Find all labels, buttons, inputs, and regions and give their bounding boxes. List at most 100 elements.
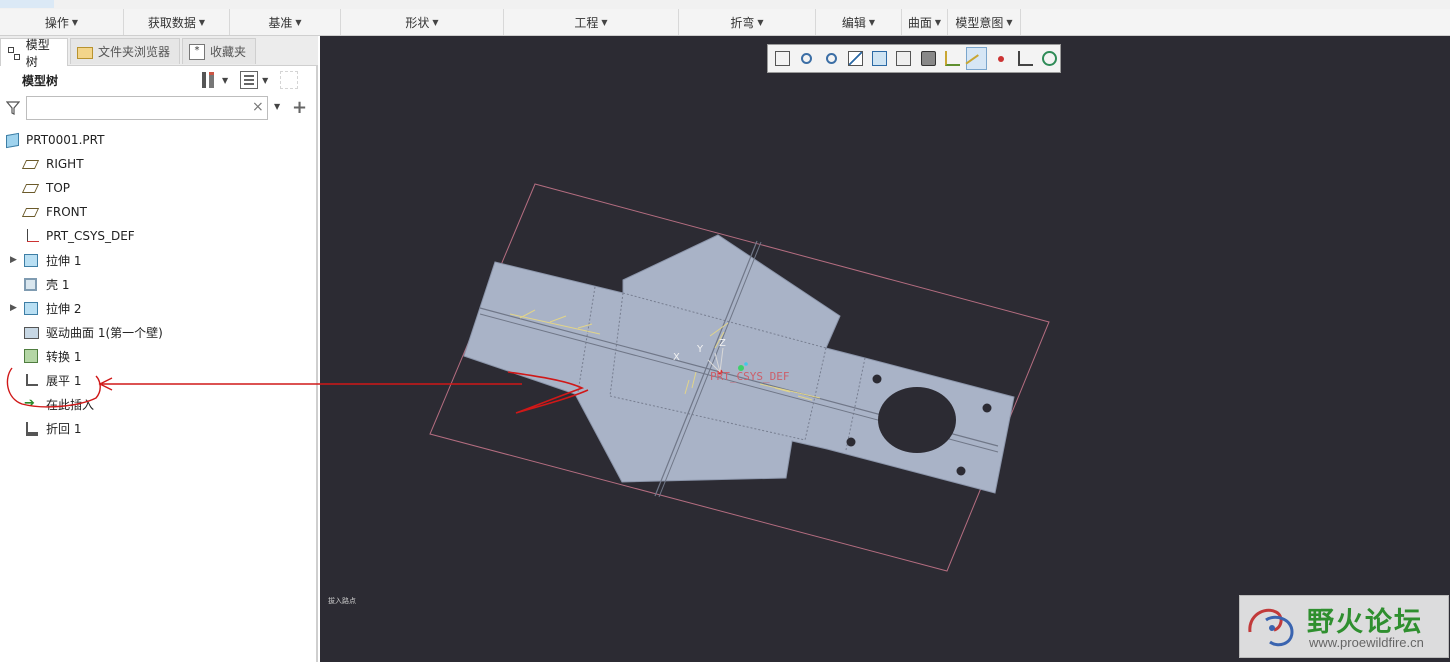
- tree-item[interactable]: ➔ 在此插入: [0, 392, 316, 416]
- tree-item[interactable]: TOP: [0, 176, 316, 200]
- tab-favorites[interactable]: * 收藏夹: [182, 38, 256, 64]
- ribbon-group-1[interactable]: 获取数据 ▼: [124, 9, 230, 35]
- watermark-url: www.proewildfire.cn: [1309, 635, 1424, 650]
- zoom-fit-button[interactable]: [772, 47, 793, 70]
- extrude-icon: [24, 254, 38, 267]
- settings-wrench-icon[interactable]: [200, 71, 218, 89]
- favorites-icon: *: [189, 43, 205, 60]
- tab-label: 模型树: [25, 37, 50, 69]
- datum-plane-icon: [21, 184, 40, 193]
- unbend-icon: [24, 372, 40, 388]
- ribbon-group-8[interactable]: 模型意图 ▼: [948, 9, 1021, 35]
- tab-folder-browser[interactable]: 文件夹浏览器: [70, 38, 180, 64]
- csys-name-label: PRT_CSYS_DEF: [710, 370, 789, 383]
- tree-item-label: RIGHT: [46, 157, 84, 171]
- zoom-in-icon: [801, 53, 813, 64]
- ribbon-group-label: 编辑: [841, 15, 866, 30]
- small-hole: [956, 466, 966, 476]
- filter-row: × ▼ +: [0, 96, 318, 122]
- chevron-down-icon: ▼: [432, 17, 439, 27]
- graphics-area[interactable]: X Y Z PRT_CSYS_DEF 拔入路点 野火论坛 www.proewil…: [320, 36, 1450, 662]
- tree-item-label: FRONT: [46, 205, 87, 219]
- ribbon-group-label: 曲面: [907, 15, 932, 30]
- filter-icon[interactable]: [6, 101, 20, 115]
- tree-item[interactable]: RIGHT: [0, 152, 316, 176]
- insert-here-icon: ➔: [24, 396, 35, 411]
- model-tree-icon: [7, 46, 21, 60]
- small-hole: [846, 437, 856, 447]
- axis-display-button[interactable]: [965, 47, 988, 77]
- csys-display-button[interactable]: [1015, 47, 1036, 70]
- datum-display-button[interactable]: [942, 47, 963, 70]
- named-view-icon: [872, 51, 888, 66]
- chevron-down-icon[interactable]: ▼: [222, 76, 228, 85]
- tree-item-label: 在此插入: [46, 397, 95, 412]
- datum-plane-icon: [21, 160, 40, 169]
- tree-item[interactable]: FRONT: [0, 200, 316, 224]
- ribbon-group-3[interactable]: 形状 ▼: [341, 9, 504, 35]
- search-input[interactable]: [26, 96, 268, 120]
- datum-display-icon: [944, 51, 960, 66]
- tab-model-tree[interactable]: 模型树: [0, 38, 68, 69]
- model-scene[interactable]: X Y Z PRT_CSYS_DEF: [320, 36, 1450, 662]
- tree-item-label: 展平 1: [46, 373, 82, 388]
- model-tree-title: 模型树: [22, 74, 59, 88]
- tree-item-label: 拉伸 1: [46, 253, 82, 268]
- tree-item-label: 壳 1: [46, 277, 70, 292]
- display-style-button[interactable]: [917, 47, 938, 70]
- add-icon[interactable]: +: [292, 97, 307, 118]
- ribbon-group-label: 模型意图: [955, 15, 1004, 30]
- ribbon-group-bar: 操作 ▼ 获取数据 ▼ 基准 ▼ 形状 ▼ 工程 ▼ 折弯 ▼ 编辑 ▼ 曲面 ▼ 模型意图 ▼: [0, 9, 1450, 36]
- ribbon-active-tab[interactable]: [0, 0, 54, 8]
- clear-icon[interactable]: ×: [252, 99, 264, 115]
- tree-item[interactable]: 折回 1: [0, 416, 316, 440]
- watermark-title: 野火论坛: [1307, 607, 1423, 638]
- small-hole: [872, 374, 882, 384]
- forum-watermark: 野火论坛 www.proewildfire.cn: [1239, 595, 1449, 658]
- zoom-in-button[interactable]: [796, 47, 817, 70]
- navigator-tabs: 模型树 文件夹浏览器 * 收藏夹: [0, 36, 318, 69]
- tree-item[interactable]: ▶ 拉伸 2: [0, 296, 316, 320]
- ribbon-group-2[interactable]: 基准 ▼: [230, 9, 341, 35]
- navigator-panel: 模型树 文件夹浏览器 * 收藏夹 模型树 ▼ ▼ × ▼ + PRT0001.P…: [0, 36, 318, 662]
- tree-item[interactable]: PRT_CSYS_DEF: [0, 224, 316, 248]
- tree-item-label: 折回 1: [46, 421, 82, 436]
- spin-center-button[interactable]: [1039, 47, 1060, 70]
- bend-back-icon: [24, 420, 40, 436]
- zoom-out-button[interactable]: [820, 47, 841, 70]
- show-list-icon[interactable]: [240, 71, 259, 89]
- ribbon-group-label: 工程: [574, 15, 599, 30]
- chevron-down-icon[interactable]: ▼: [274, 102, 280, 111]
- expand-arrow-icon[interactable]: ▶: [10, 255, 20, 265]
- point-display-button[interactable]: [990, 47, 1011, 70]
- tree-item[interactable]: 转换 1: [0, 344, 316, 368]
- chevron-down-icon[interactable]: ▼: [262, 76, 268, 85]
- chevron-down-icon: ▼: [198, 17, 206, 27]
- ribbon-group-7[interactable]: 曲面 ▼: [902, 9, 948, 35]
- ribbon-group-6[interactable]: 编辑 ▼: [816, 9, 902, 35]
- chevron-down-icon: ▼: [757, 17, 764, 27]
- tab-label: 收藏夹: [210, 45, 247, 59]
- chevron-down-icon: ▼: [1006, 17, 1013, 27]
- forum-logo-icon: [1248, 608, 1294, 647]
- ribbon-group-label: 基准: [268, 15, 293, 30]
- tree-item[interactable]: 展平 1: [0, 368, 316, 392]
- tree-item[interactable]: 壳 1: [0, 272, 316, 296]
- ribbon-group-4[interactable]: 工程 ▼: [504, 9, 679, 35]
- named-view-button[interactable]: [869, 47, 890, 70]
- tab-label: 文件夹浏览器: [98, 45, 171, 59]
- tree-item[interactable]: 驱动曲面 1(第一个壁): [0, 320, 316, 344]
- tree-item-label: PRT_CSYS_DEF: [46, 229, 135, 243]
- saved-orientation-button[interactable]: [893, 47, 914, 70]
- csys-y-marker: [744, 362, 748, 366]
- tree-item[interactable]: PRT0001.PRT: [0, 128, 316, 152]
- ribbon-group-5[interactable]: 折弯 ▼: [679, 9, 816, 35]
- refit-icon: [847, 51, 863, 66]
- small-hole: [982, 403, 992, 413]
- tree-item[interactable]: ▶ 拉伸 1: [0, 248, 316, 272]
- expand-arrow-icon[interactable]: ▶: [10, 303, 20, 313]
- refit-button[interactable]: [845, 47, 866, 70]
- part-icon: [6, 132, 19, 149]
- ribbon-group-0[interactable]: 操作 ▼: [0, 9, 124, 35]
- chevron-down-icon: ▼: [934, 17, 942, 27]
